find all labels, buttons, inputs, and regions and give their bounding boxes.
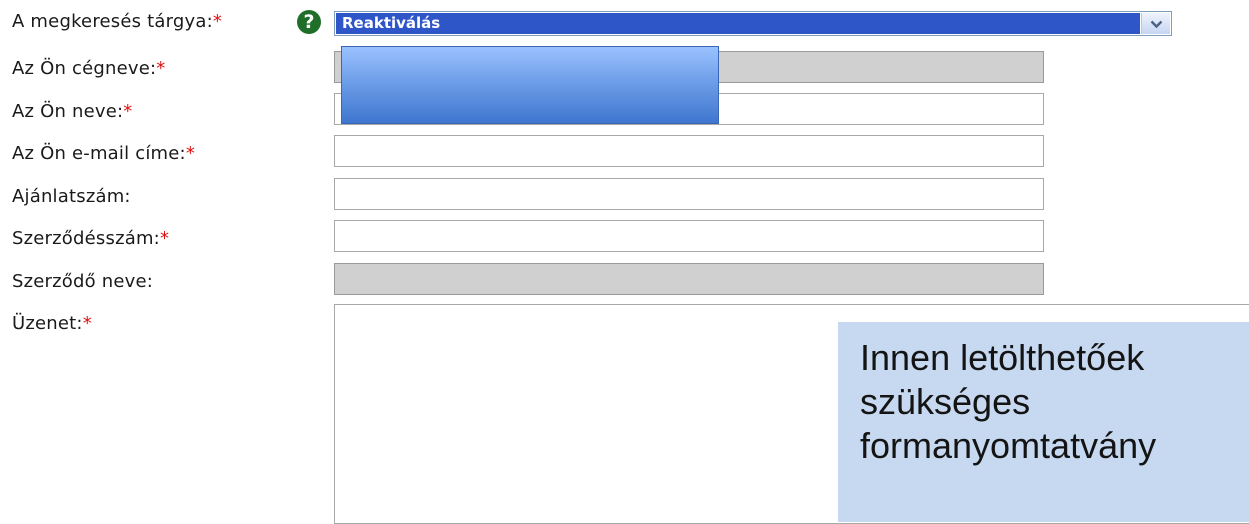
- email-label: Az Ön e-mail címe:*: [12, 143, 195, 164]
- email-field[interactable]: [334, 135, 1044, 167]
- subject-select[interactable]: Reaktiválás: [334, 11, 1172, 36]
- email-label-text: Az Ön e-mail címe:: [12, 143, 186, 164]
- contract-number-label: Szerződésszám:*: [12, 228, 169, 249]
- callout-box: Innen letölthetőek szükséges formanyomta…: [838, 322, 1249, 522]
- contractor-name-label-text: Szerződő neve:: [12, 271, 154, 292]
- company-name-label-text: Az Ön cégneve:: [12, 58, 157, 79]
- callout-line-3: formanyomtatvány: [860, 425, 1157, 466]
- required-mark: *: [156, 58, 166, 79]
- required-mark: *: [159, 228, 170, 249]
- offer-number-label-text: Ajánlatszám:: [12, 186, 131, 207]
- callout-line-2: szükséges: [860, 381, 1031, 422]
- your-name-label: Az Ön neve:*: [12, 101, 132, 122]
- help-icon[interactable]: ?: [297, 10, 321, 34]
- contract-number-field[interactable]: [334, 220, 1044, 252]
- contractor-name-label: Szerződő neve:: [12, 271, 153, 292]
- subject-select-value: Reaktiválás: [336, 13, 1140, 34]
- message-label: Üzenet:*: [12, 313, 92, 334]
- message-label-text: Üzenet:: [12, 313, 83, 334]
- offer-number-label: Ajánlatszám:: [12, 186, 131, 207]
- your-name-label-text: Az Ön neve:: [12, 101, 124, 122]
- subject-label-text: A megkeresés tárgya:: [12, 11, 213, 32]
- subject-label: A megkeresés tárgya:*: [12, 11, 222, 32]
- required-mark: *: [212, 11, 223, 32]
- required-mark: *: [123, 101, 133, 122]
- contract-number-label-text: Szerződésszám:: [12, 228, 160, 249]
- required-mark: *: [82, 313, 92, 334]
- required-mark: *: [185, 143, 196, 164]
- contractor-name-field: [334, 263, 1044, 295]
- callout-line-1: Innen letölthetőek: [860, 337, 1145, 378]
- chevron-down-icon[interactable]: [1141, 13, 1170, 34]
- company-name-label: Az Ön cégneve:*: [12, 58, 165, 79]
- offer-number-field[interactable]: [334, 178, 1044, 210]
- subject-dropdown-list[interactable]: [341, 46, 719, 124]
